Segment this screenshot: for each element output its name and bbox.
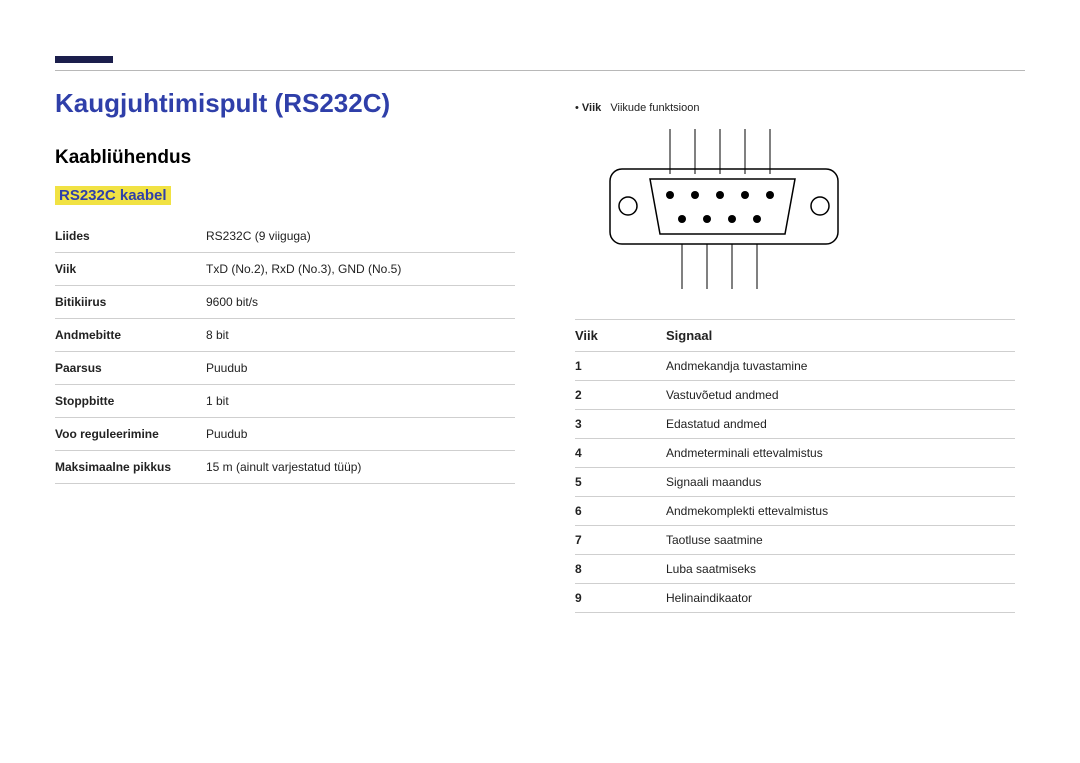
spec-value: 1 bit	[206, 385, 515, 418]
table-row: 8Luba saatmiseks	[575, 555, 1015, 584]
pin-num: 5	[575, 468, 666, 497]
spec-value: 9600 bit/s	[206, 286, 515, 319]
pin-signal: Edastatud andmed	[666, 410, 1015, 439]
table-row: Stoppbitte1 bit	[55, 385, 515, 418]
pin-num: 6	[575, 497, 666, 526]
table-row: 2Vastuvõetud andmed	[575, 381, 1015, 410]
legend-text: Viikude funktsioon	[610, 102, 699, 114]
spec-value: Puudub	[206, 352, 515, 385]
pin-signal: Luba saatmiseks	[666, 555, 1015, 584]
header-accent-bar	[55, 56, 113, 63]
table-row: Maksimaalne pikkus15 m (ainult varjestat…	[55, 451, 515, 484]
spec-value: 8 bit	[206, 319, 515, 352]
pin-signal-table: Viik Signaal 1Andmekandja tuvastamine 2V…	[575, 319, 1015, 613]
spec-label: Andmebitte	[55, 319, 206, 352]
legend-label: Viik	[582, 102, 601, 114]
page-title: Kaugjuhtimispult (RS232C)	[55, 88, 515, 119]
table-row: 6Andmekomplekti ettevalmistus	[575, 497, 1015, 526]
table-row: ViikTxD (No.2), RxD (No.3), GND (No.5)	[55, 253, 515, 286]
pin-num: 4	[575, 439, 666, 468]
spec-table: LiidesRS232C (9 viiguga) ViikTxD (No.2),…	[55, 220, 515, 484]
spec-value: RS232C (9 viiguga)	[206, 220, 515, 253]
table-row: PaarsusPuudub	[55, 352, 515, 385]
spec-label: Stoppbitte	[55, 385, 206, 418]
table-row: 3Edastatud andmed	[575, 410, 1015, 439]
spec-value: TxD (No.2), RxD (No.3), GND (No.5)	[206, 253, 515, 286]
table-row: 4Andmeterminali ettevalmistus	[575, 439, 1015, 468]
table-row: LiidesRS232C (9 viiguga)	[55, 220, 515, 253]
table-row: 7Taotluse saatmine	[575, 526, 1015, 555]
pin-num: 9	[575, 584, 666, 613]
pin-num: 8	[575, 555, 666, 584]
highlighted-text: RS232C kaabel	[55, 186, 171, 205]
table-row: 1Andmekandja tuvastamine	[575, 352, 1015, 381]
pin-num: 7	[575, 526, 666, 555]
header-rule	[55, 70, 1025, 71]
spec-label: Voo reguleerimine	[55, 418, 206, 451]
pin-legend: • Viik Viikude funktsioon	[575, 102, 1015, 114]
spec-label: Maksimaalne pikkus	[55, 451, 206, 484]
table-row: Voo reguleeriminePuudub	[55, 418, 515, 451]
pin-num: 3	[575, 410, 666, 439]
pin-num: 1	[575, 352, 666, 381]
pin-signal: Andmeterminali ettevalmistus	[666, 439, 1015, 468]
spec-value: 15 m (ainult varjestatud tüüp)	[206, 451, 515, 484]
pin-signal: Andmekandja tuvastamine	[666, 352, 1015, 381]
spec-label: Paarsus	[55, 352, 206, 385]
pin-signal: Helinaindikaator	[666, 584, 1015, 613]
pin-header: Viik	[575, 320, 666, 352]
pin-signal: Signaali maandus	[666, 468, 1015, 497]
table-row: Bitikiirus9600 bit/s	[55, 286, 515, 319]
pin-signal: Taotluse saatmine	[666, 526, 1015, 555]
table-row: 5Signaali maandus	[575, 468, 1015, 497]
db9-connector-diagram	[595, 124, 855, 294]
spec-label: Viik	[55, 253, 206, 286]
spec-label: Bitikiirus	[55, 286, 206, 319]
pin-num: 2	[575, 381, 666, 410]
spec-label: Liides	[55, 220, 206, 253]
section-heading: Kaabliühendus	[55, 147, 515, 169]
pin-signal: Andmekomplekti ettevalmistus	[666, 497, 1015, 526]
subsection-heading: RS232C kaabel	[55, 187, 171, 204]
signal-header: Signaal	[666, 320, 1015, 352]
table-row: Andmebitte8 bit	[55, 319, 515, 352]
pin-signal: Vastuvõetud andmed	[666, 381, 1015, 410]
spec-value: Puudub	[206, 418, 515, 451]
table-row: 9Helinaindikaator	[575, 584, 1015, 613]
